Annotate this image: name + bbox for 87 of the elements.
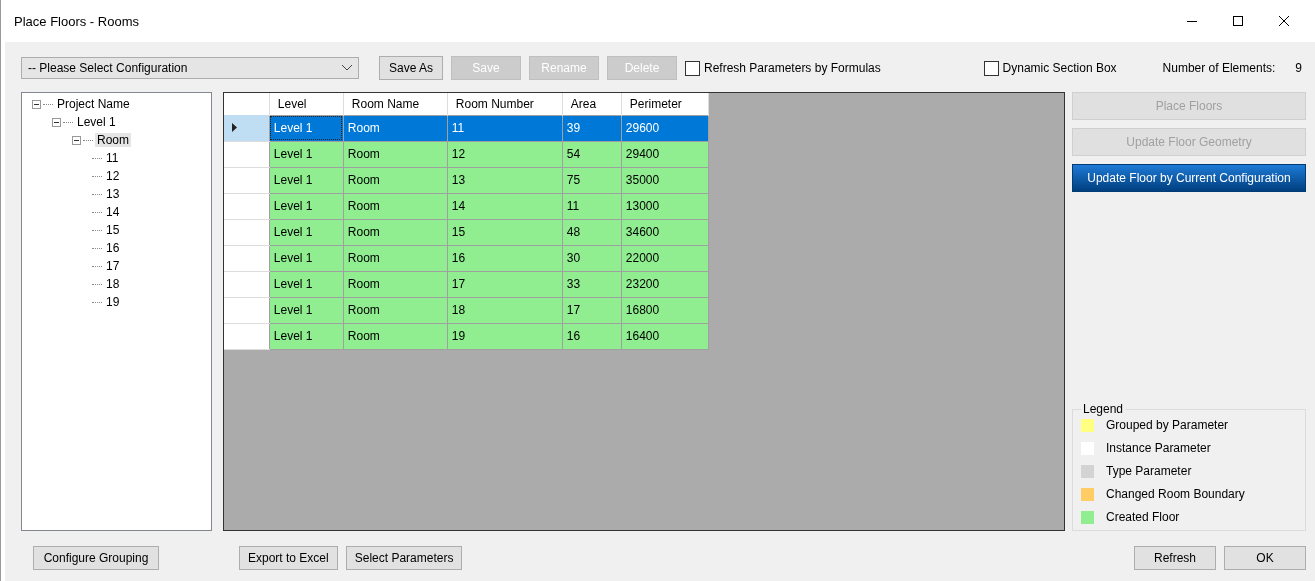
row-header[interactable] <box>224 323 270 349</box>
collapse-icon[interactable] <box>52 117 61 127</box>
table-cell: 19 <box>447 323 563 349</box>
table-cell: Level 1 <box>269 115 344 141</box>
configuration-dropdown[interactable]: -- Please Select Configuration <box>21 57 359 79</box>
table-cell: 12 <box>447 141 563 167</box>
table-cell: Level 1 <box>269 219 344 245</box>
row-header[interactable] <box>224 245 270 271</box>
legend-label: Instance Parameter <box>1106 441 1211 455</box>
table-cell: 16800 <box>621 297 709 323</box>
collapse-icon[interactable] <box>32 99 41 109</box>
table-cell: Room <box>343 115 448 141</box>
element-count-label: Number of Elements: <box>1162 61 1276 75</box>
bottom-button[interactable]: Configure Grouping <box>33 546 159 570</box>
chevron-down-icon <box>342 65 352 71</box>
table-cell: 22000 <box>621 245 709 271</box>
action-button[interactable]: Update Floor by Current Configuration <box>1072 164 1306 192</box>
row-header[interactable] <box>224 115 270 141</box>
tree-item[interactable]: 13 <box>104 187 122 201</box>
table-cell: 29400 <box>621 141 709 167</box>
tree-item[interactable]: 16 <box>104 241 122 255</box>
table-cell: 29600 <box>621 115 709 141</box>
row-header[interactable] <box>224 141 270 167</box>
table-cell: Level 1 <box>269 167 344 193</box>
table-cell: 13000 <box>621 193 709 219</box>
bottom-button[interactable]: OK <box>1224 546 1306 570</box>
tree-item[interactable]: 18 <box>104 277 122 291</box>
table-cell: 18 <box>447 297 563 323</box>
column-header[interactable]: Perimeter <box>621 93 709 115</box>
table-cell: 16 <box>447 245 563 271</box>
tree-item[interactable]: Room <box>95 133 131 147</box>
table-cell: Level 1 <box>269 297 344 323</box>
table-cell: Room <box>343 167 448 193</box>
legend-label: Changed Room Boundary <box>1106 487 1245 501</box>
table-cell: 35000 <box>621 167 709 193</box>
legend-label: Type Parameter <box>1106 464 1192 478</box>
tree-item[interactable]: 11 <box>104 151 121 165</box>
row-header[interactable] <box>224 271 270 297</box>
row-header[interactable] <box>224 193 270 219</box>
table-cell: 11 <box>447 115 563 141</box>
table-cell: Room <box>343 271 448 297</box>
tree-item[interactable]: Level 1 <box>75 115 118 129</box>
row-header[interactable] <box>224 167 270 193</box>
table-cell: Level 1 <box>269 245 344 271</box>
table-cell: 13 <box>447 167 563 193</box>
legend-label: Created Floor <box>1106 510 1180 524</box>
tree-item[interactable]: Project Name <box>55 97 132 111</box>
window-title: Place Floors - Rooms <box>14 13 140 29</box>
column-header[interactable]: Room Number <box>447 93 563 115</box>
row-header[interactable] <box>224 219 270 245</box>
current-row-icon <box>232 122 238 132</box>
table-cell: Level 1 <box>269 193 344 219</box>
table-cell: 15 <box>447 219 563 245</box>
bottom-button[interactable]: Refresh <box>1134 546 1216 570</box>
table-cell: Room <box>343 245 448 271</box>
table-cell: Level 1 <box>269 271 344 297</box>
tree-item[interactable]: 12 <box>104 169 122 183</box>
table-cell: 34600 <box>621 219 709 245</box>
row-header[interactable] <box>224 297 270 323</box>
bottom-button[interactable]: Select Parameters <box>345 546 463 570</box>
table-cell: 39 <box>562 115 622 141</box>
table-cell: Level 1 <box>269 141 344 167</box>
legend-label: Grouped by Parameter <box>1106 418 1229 432</box>
checkbox[interactable]: Refresh Parameters by Formulas <box>685 60 881 76</box>
table-cell: 23200 <box>621 271 709 297</box>
legend-title: Legend <box>1082 402 1125 416</box>
column-header[interactable]: Level <box>269 93 344 115</box>
table-cell: 14 <box>447 193 563 219</box>
column-header[interactable]: Room Name <box>343 93 448 115</box>
tree-item[interactable]: 15 <box>104 223 122 237</box>
table-cell: Room <box>343 193 448 219</box>
tree-item[interactable]: 19 <box>104 295 122 309</box>
collapse-icon[interactable] <box>72 135 81 145</box>
table-cell: Level 1 <box>269 323 344 349</box>
table-cell: 17 <box>447 271 563 297</box>
table-cell: Room <box>343 323 448 349</box>
tree-item[interactable]: 14 <box>104 205 122 219</box>
column-header[interactable]: Area <box>562 93 622 115</box>
checkbox[interactable]: Dynamic Section Box <box>983 60 1117 76</box>
table-cell: 16400 <box>621 323 709 349</box>
element-count-value: 9 <box>1295 61 1302 75</box>
toolbar-button[interactable]: Save As <box>379 56 443 80</box>
table-cell: Room <box>343 141 448 167</box>
tree-item[interactable]: 17 <box>104 259 122 273</box>
bottom-button[interactable]: Export to Excel <box>239 546 338 570</box>
table-cell: Room <box>343 219 448 245</box>
table-cell: Room <box>343 297 448 323</box>
